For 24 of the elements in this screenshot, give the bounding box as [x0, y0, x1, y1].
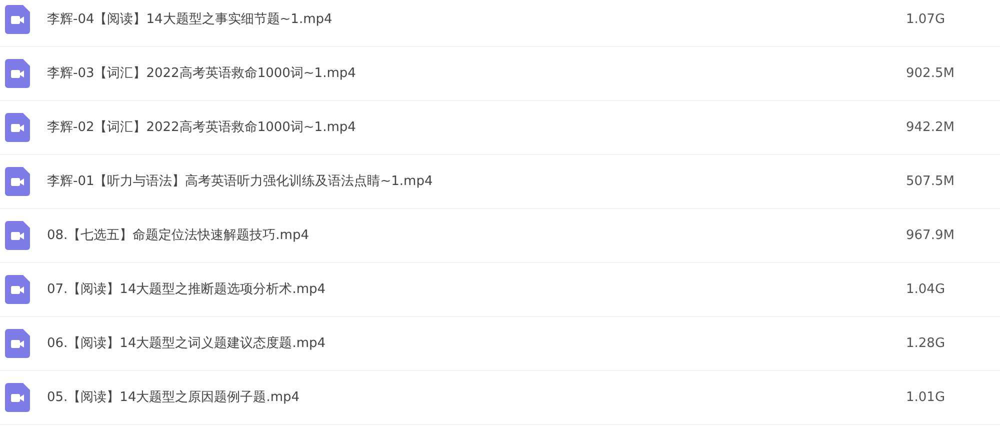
video-file-icon [5, 5, 30, 34]
file-name[interactable]: 08.【七选五】命题定位法快速解题技巧.mp4 [47, 226, 906, 246]
video-file-icon [5, 383, 30, 412]
video-file-icon [5, 221, 30, 250]
video-file-icon [5, 329, 30, 358]
file-name[interactable]: 05.【阅读】14大题型之原因题例子题.mp4 [47, 388, 906, 408]
file-size: 1.04G [906, 280, 946, 299]
file-size: 1.01G [906, 388, 946, 407]
file-size: 1.07G [906, 10, 946, 29]
video-file-icon [5, 59, 30, 88]
file-name[interactable]: 李辉-01【听力与语法】高考英语听力强化训练及语法点睛~1.mp4 [47, 172, 906, 192]
file-size: 902.5M [906, 64, 956, 83]
file-size: 1.28G [906, 334, 946, 353]
file-size: 967.9M [906, 226, 956, 245]
file-name[interactable]: 李辉-02【词汇】2022高考英语救命1000词~1.mp4 [47, 118, 906, 138]
video-file-icon [5, 275, 30, 304]
file-size: 507.5M [906, 172, 956, 191]
file-name[interactable]: 06.【阅读】14大题型之词义题建议态度题.mp4 [47, 334, 906, 354]
file-size: 942.2M [906, 118, 956, 137]
video-file-icon [5, 113, 30, 142]
file-name[interactable]: 李辉-04【阅读】14大题型之事实细节题~1.mp4 [47, 10, 906, 30]
video-file-icon [5, 167, 30, 196]
file-name[interactable]: 07.【阅读】14大题型之推断题选项分析术.mp4 [47, 280, 906, 300]
file-name[interactable]: 李辉-03【词汇】2022高考英语救命1000词~1.mp4 [47, 64, 906, 84]
